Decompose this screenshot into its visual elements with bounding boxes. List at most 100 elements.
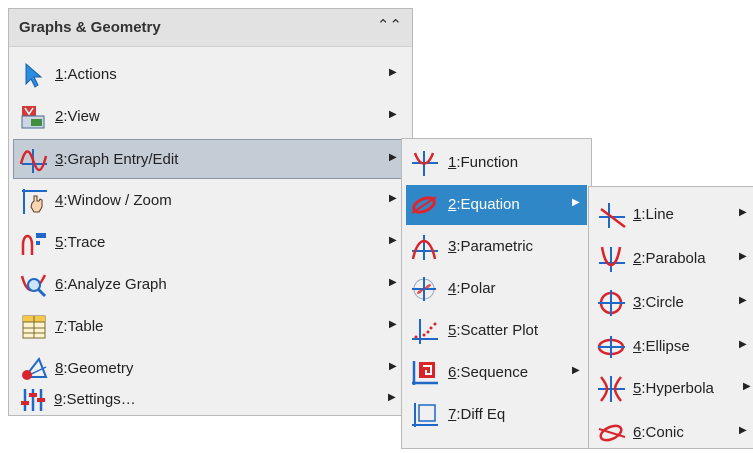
submenu-item-parametric[interactable]: 3:Parametric [406, 227, 587, 267]
menu-item-key: 1 [448, 154, 457, 171]
submenu-arrow-icon: ▶ [389, 152, 397, 163]
submenu-arrow-icon: ▶ [389, 361, 397, 372]
menu-item-settings-row[interactable]: 9:Settings… ▶ [12, 380, 407, 420]
menu-item-key: 2 [633, 250, 642, 267]
menu-item-label: Hyperbola [645, 380, 714, 397]
menu-item-key: 3 [633, 294, 642, 311]
polar-icon [412, 277, 436, 301]
trace-icon [21, 233, 46, 255]
menu-item-analyze-graph[interactable]: 6:Analyze Graph ▶ [13, 265, 408, 305]
menu-item-label: View [67, 108, 100, 125]
menu-item-label: Equation [460, 196, 520, 213]
submenu-item-equation[interactable]: 2:Equation ▶ [406, 185, 587, 225]
pointer-arrow-icon [25, 62, 43, 88]
menu-item-key: 7 [448, 406, 457, 423]
menu-item-key: 6 [448, 364, 457, 381]
submenu-arrow-icon: ▶ [389, 109, 397, 120]
menu-item-key: 1 [633, 206, 642, 223]
menu-item-label: Ellipse [645, 338, 690, 355]
function-icon [412, 151, 438, 176]
submenu-item-ellipse[interactable]: 4:Ellipse ▶ [593, 327, 753, 367]
submenu-arrow-icon: ▶ [572, 197, 580, 208]
menu-item-label: Line [645, 206, 674, 223]
diff-eq-icon [412, 403, 438, 427]
submenu-arrow-icon: ▶ [739, 425, 747, 436]
submenu-item-conic[interactable]: 6:Conic ▶ [593, 413, 753, 453]
submenu-item-parabola[interactable]: 2:Parabola ▶ [593, 239, 753, 279]
menu-item-key: 5 [55, 234, 64, 251]
submenu-arrow-icon: ▶ [389, 235, 397, 246]
submenu-item-function[interactable]: 1:Function [406, 143, 587, 183]
menu-item-label: Conic [645, 424, 684, 441]
submenu-arrow-icon: ▶ [739, 295, 747, 306]
menu-item-actions[interactable]: 1:Actions ▶ [13, 55, 408, 95]
submenu-item-circle[interactable]: 3:Circle ▶ [593, 283, 753, 323]
menu-header[interactable]: Graphs & Geometry ⌃⌃ [9, 9, 412, 47]
sequence-icon [412, 361, 438, 385]
submenu-item-hyperbola[interactable]: 5:Hyperbola ▶ [593, 369, 753, 409]
analyze-graph-icon [20, 274, 47, 298]
menu-item-key: 3 [448, 238, 457, 255]
menu-item-key: 2 [55, 108, 64, 125]
menu-item-window-zoom[interactable]: 4:Window / Zoom ▶ [13, 181, 408, 221]
geometry-icon [22, 356, 48, 380]
menu-title: Graphs & Geometry [19, 19, 161, 36]
submenu-item-diff-eq[interactable]: 7:Diff Eq [406, 395, 587, 435]
scatter-plot-icon [412, 319, 438, 344]
menu-item-key: 6 [633, 424, 642, 441]
menu-item-label: Scatter Plot [460, 322, 539, 339]
menu-item-label: Polar [460, 280, 496, 297]
view-icon [21, 106, 45, 129]
hyperbola-icon [598, 376, 625, 402]
submenu-arrow-icon: ▶ [389, 277, 397, 288]
submenu-arrow-icon: ▶ [388, 392, 396, 403]
submenu-item-scatter-plot[interactable]: 5:Scatter Plot [406, 311, 587, 351]
menu-item-label: Geometry [67, 360, 134, 377]
menu-item-key: 4 [55, 192, 64, 209]
menu-item-label: Graph Entry/Edit [67, 151, 179, 168]
menu-item-key: 5 [633, 380, 642, 397]
submenu-item-line[interactable]: 1:Line ▶ [593, 195, 753, 235]
conic-icon [598, 424, 626, 442]
menu-item-view[interactable]: 2:View ▶ [13, 97, 408, 137]
menu-item-label: Sequence [460, 364, 529, 381]
menu-item-key: 4 [448, 280, 457, 297]
menu-item-key: 7 [55, 318, 64, 335]
menu-item-key: 9 [54, 391, 63, 408]
menu-item-label: Actions [67, 66, 117, 83]
menu-item-label: Analyze Graph [67, 276, 167, 293]
submenu-item-sequence[interactable]: 6:Sequence ▶ [406, 353, 587, 393]
collapse-icon[interactable]: ⌃⌃ [377, 16, 402, 34]
menu-item-label: Circle [645, 294, 684, 311]
menu-item-key: 4 [633, 338, 642, 355]
graph-entry-icon [19, 149, 48, 173]
submenu-arrow-icon: ▶ [389, 319, 397, 330]
menu-item-label: Window / Zoom [67, 192, 172, 209]
window-zoom-icon [22, 189, 47, 214]
submenu-item-polar[interactable]: 4:Polar [406, 269, 587, 309]
menu-item-label: Table [67, 318, 104, 335]
menu-item-key: 5 [448, 322, 457, 339]
submenu-arrow-icon: ▶ [739, 339, 747, 350]
ellipse-icon [597, 336, 625, 358]
equation-submenu: 1:Line ▶ 2:Parabola ▶ 3:Circle ▶ 4:Ellip… [588, 186, 753, 449]
circle-icon [598, 290, 625, 316]
menu-item-trace[interactable]: 5:Trace ▶ [13, 223, 408, 263]
menu-item-graph-entry-edit[interactable]: 3:Graph Entry/Edit ▶ [13, 139, 408, 179]
menu-item-key: 3 [55, 151, 64, 168]
submenu-arrow-icon: ▶ [572, 365, 580, 376]
menu-item-label: Parabola [645, 250, 706, 267]
submenu-arrow-icon: ▶ [743, 381, 751, 392]
menu-item-key: 6 [55, 276, 64, 293]
submenu-arrow-icon: ▶ [389, 67, 397, 78]
equation-icon [411, 196, 437, 214]
menu-item-label: Function [460, 154, 519, 171]
submenu-arrow-icon: ▶ [739, 207, 747, 218]
menu-item-label: Trace [67, 234, 106, 251]
submenu-arrow-icon: ▶ [739, 251, 747, 262]
menu-item-label: Diff Eq [460, 406, 506, 423]
menu-item-table[interactable]: 7:Table ▶ [13, 307, 408, 347]
submenu-arrow-icon: ▶ [389, 193, 397, 204]
menu-item-key: 2 [448, 196, 457, 213]
parametric-icon [411, 235, 438, 260]
